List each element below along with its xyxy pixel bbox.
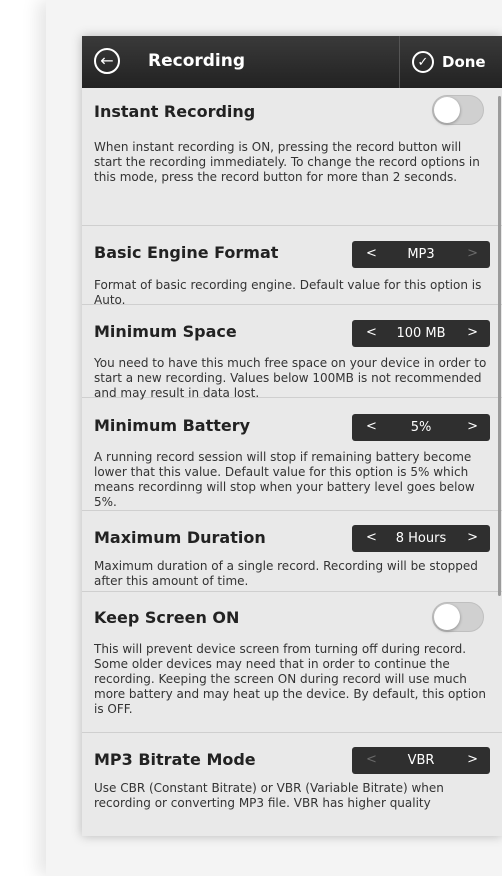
navigation-bar: ← Recording ✓ Done [82, 36, 502, 88]
keep-screen-on-toggle[interactable] [432, 602, 484, 632]
setting-keep-screen-on: Keep Screen ON This will prevent device … [82, 592, 502, 733]
increment-chevron-icon[interactable]: > [467, 325, 478, 340]
toggle-knob [434, 604, 460, 630]
minimum-space-stepper[interactable]: < 100 MB > [352, 320, 490, 347]
setting-minimum-battery: Minimum Battery < 5% > A running record … [82, 398, 502, 511]
setting-title: Basic Engine Format [94, 243, 279, 262]
checkmark-circle-icon: ✓ [412, 51, 434, 73]
setting-maximum-duration: Maximum Duration < 8 Hours > Maximum dur… [82, 511, 502, 592]
setting-basic-engine-format: Basic Engine Format < MP3 > Format of ba… [82, 226, 502, 307]
increment-chevron-icon[interactable]: > [467, 752, 478, 767]
nav-divider [399, 36, 400, 88]
instant-recording-toggle[interactable] [432, 95, 484, 125]
settings-list: Instant Recording When instant recording… [82, 88, 502, 813]
scrollbar[interactable] [498, 96, 501, 596]
setting-title: Minimum Space [94, 322, 237, 341]
setting-description: Use CBR (Constant Bitrate) or VBR (Varia… [94, 781, 444, 810]
setting-description: Maximum duration of a single record. Rec… [94, 559, 478, 588]
setting-minimum-space: Minimum Space < 100 MB > You need to hav… [82, 305, 502, 400]
done-button[interactable]: ✓ Done [412, 48, 486, 76]
increment-chevron-icon[interactable]: > [467, 530, 478, 545]
done-label: Done [442, 53, 486, 71]
setting-description: You need to have this much free space on… [94, 356, 487, 400]
engine-format-stepper[interactable]: < MP3 > [352, 241, 490, 268]
setting-title: Maximum Duration [94, 528, 266, 547]
setting-description: This will prevent device screen from tur… [94, 642, 486, 716]
maximum-duration-stepper[interactable]: < 8 Hours > [352, 525, 490, 552]
setting-description: When instant recording is ON, pressing t… [94, 140, 480, 184]
page-title: Recording [148, 51, 246, 71]
increment-chevron-icon[interactable]: > [467, 246, 478, 261]
setting-title: Instant Recording [94, 102, 256, 121]
setting-title: MP3 Bitrate Mode [94, 750, 256, 769]
setting-description: Format of basic recording engine. Defaul… [94, 278, 482, 307]
bitrate-mode-stepper[interactable]: < VBR > [352, 747, 490, 774]
setting-description: A running record session will stop if re… [94, 450, 475, 509]
setting-mp3-bitrate-mode: MP3 Bitrate Mode < VBR > Use CBR (Consta… [82, 733, 502, 813]
settings-screen: ← Recording ✓ Done Instant Recording Whe… [82, 36, 502, 836]
toggle-knob [434, 97, 460, 123]
increment-chevron-icon[interactable]: > [467, 419, 478, 434]
back-icon[interactable]: ← [94, 48, 120, 74]
setting-title: Minimum Battery [94, 416, 251, 435]
minimum-battery-stepper[interactable]: < 5% > [352, 414, 490, 441]
setting-title: Keep Screen ON [94, 608, 240, 627]
setting-instant-recording: Instant Recording When instant recording… [82, 88, 502, 226]
